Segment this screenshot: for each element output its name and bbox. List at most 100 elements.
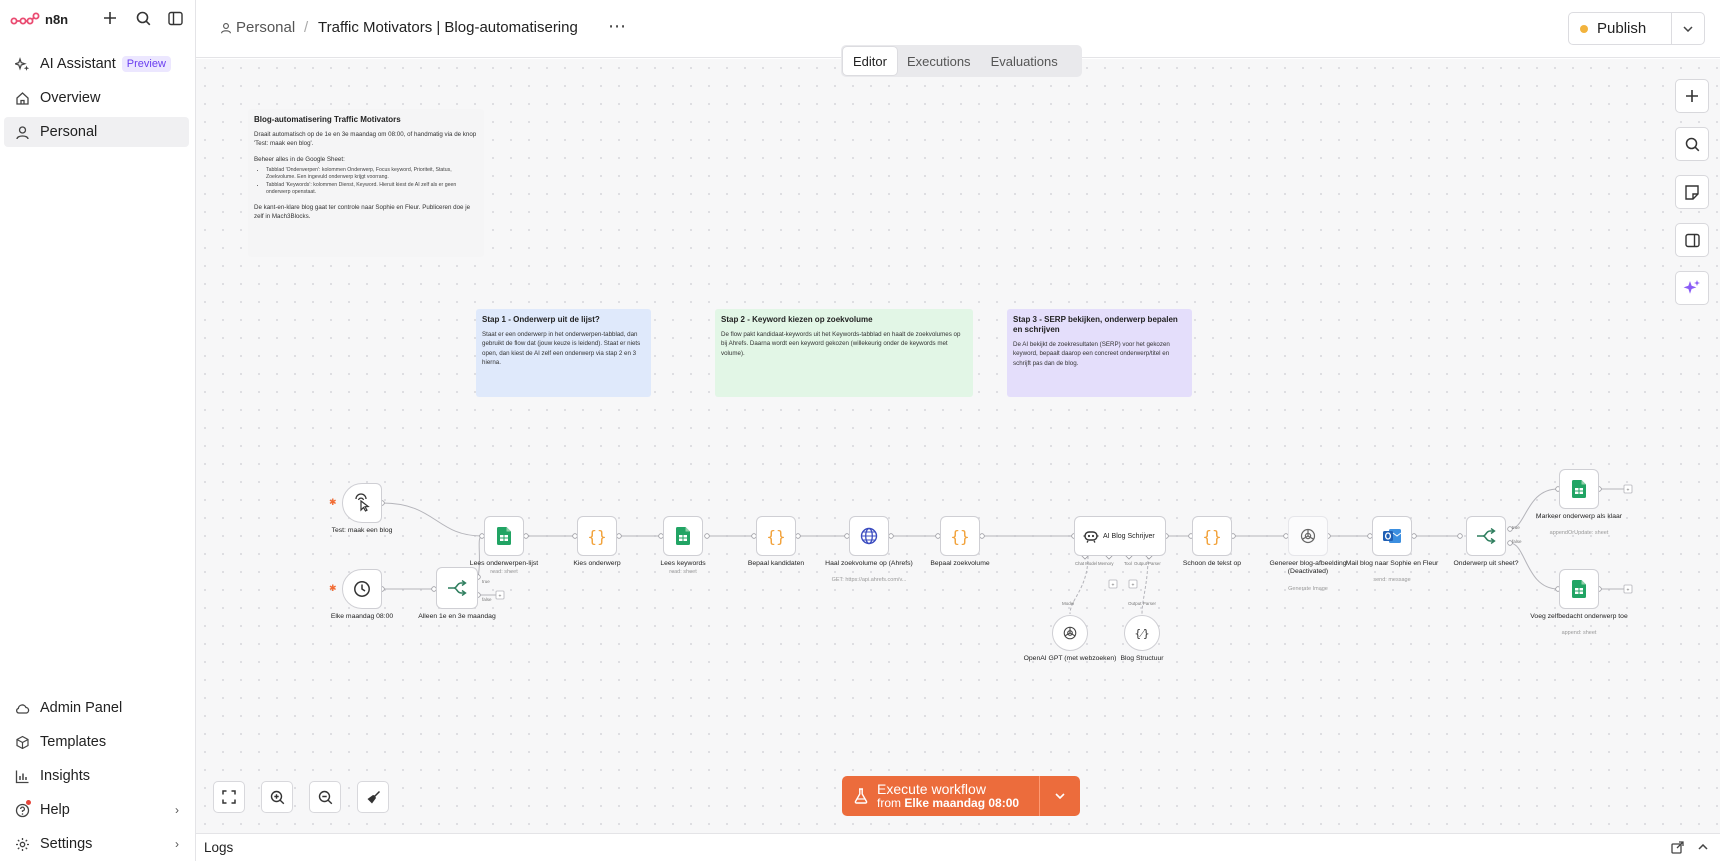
more-options-icon[interactable]: ⋯: [608, 16, 627, 37]
sparkle-icon: [14, 56, 30, 72]
node-if-subject-from-sheet[interactable]: [1466, 516, 1506, 556]
sidebar-item-help[interactable]: Help ›: [4, 795, 189, 825]
n8n-logo[interactable]: n8n: [10, 8, 68, 30]
sticky-note-step-2[interactable]: Stap 2 - Keyword kiezen op zoekvolume De…: [715, 309, 973, 397]
zoom-out-button[interactable]: [309, 781, 341, 813]
code-braces-icon: {}: [587, 526, 607, 546]
node-openai-chat-model[interactable]: [1052, 615, 1088, 651]
node-candidates-code[interactable]: {}: [756, 516, 796, 556]
globe-icon: [860, 527, 878, 545]
publish-group: Publish: [1568, 12, 1705, 45]
sticky-text: De kant-en-klare blog gaat ter controle …: [254, 204, 471, 221]
publish-button[interactable]: Publish: [1569, 13, 1672, 44]
node-volume-code[interactable]: {}: [940, 516, 980, 556]
publish-options-chevron-icon[interactable]: [1672, 13, 1704, 44]
sidebar-item-ai-assistant[interactable]: AI Assistant Preview: [4, 49, 189, 79]
node-pick-subject-code[interactable]: {}: [577, 516, 617, 556]
sticky-text: De flow pakt kandidaat-keywords uit het …: [721, 331, 961, 357]
add-node-button[interactable]: [1675, 79, 1709, 113]
search-icon[interactable]: [133, 8, 153, 28]
sidebar-item-insights[interactable]: Insights: [4, 761, 189, 791]
workflow-canvas[interactable]: + + + + + Blog-automatisering Traffic Motiv…: [196, 59, 1720, 833]
fit-view-icon: [222, 790, 236, 804]
sticky-note-step-3[interactable]: Stap 3 - SERP bekijken, onderwerp bepale…: [1007, 309, 1192, 397]
outlook-icon: [1383, 529, 1402, 543]
tab-editor[interactable]: Editor: [843, 47, 897, 75]
tab-executions[interactable]: Executions: [897, 47, 981, 75]
n8n-logo-icon: [10, 12, 40, 25]
sticky-note-intro[interactable]: Blog-automatisering Traffic Motivators D…: [248, 109, 484, 257]
chevron-up-icon[interactable]: [1698, 841, 1708, 857]
node-label: Markeer onderwerp als klaar: [1535, 513, 1623, 520]
sidebar-item-templates[interactable]: Templates: [4, 727, 189, 757]
flask-icon: [854, 788, 868, 804]
clock-icon: [354, 581, 370, 597]
sidebar-item-admin-panel[interactable]: Admin Panel: [4, 693, 189, 723]
toggle-panel-button[interactable]: [1675, 223, 1709, 257]
sticky-title: Stap 3 - SERP bekijken, onderwerp bepale…: [1013, 315, 1178, 334]
google-sheets-icon: [1572, 580, 1586, 598]
sidebar-item-settings[interactable]: Settings ›: [4, 829, 189, 859]
node-ai-blog-writer-agent[interactable]: AI Blog Schrijver: [1074, 516, 1166, 556]
pop-out-icon[interactable]: [1671, 841, 1684, 857]
search-nodes-button[interactable]: [1675, 127, 1709, 161]
node-read-keywords-sheet[interactable]: [663, 516, 703, 556]
sidebar-item-label: Settings: [40, 836, 93, 852]
sidebar-item-label: Insights: [40, 768, 90, 784]
node-schedule-trigger[interactable]: [342, 569, 382, 609]
node-subtitle: appendOrUpdate: sheet: [1549, 530, 1609, 536]
node-ahrefs-http-request[interactable]: [849, 516, 889, 556]
workflow-title[interactable]: Traffic Motivators | Blog-automatisering: [318, 19, 578, 36]
execute-workflow-button[interactable]: Execute workflow from Elke maandag 08:00: [842, 776, 1040, 816]
execute-title: Execute workflow: [877, 780, 986, 797]
node-blog-structure-parser[interactable]: {⁄}: [1124, 615, 1160, 651]
ai-assistant-button[interactable]: [1675, 271, 1709, 305]
sticky-text: Beheer alles in de Google Sheet:: [254, 155, 345, 163]
node-subtitle: GET: https://api.ahrefs.com/v...: [831, 577, 907, 583]
zoom-in-icon: [270, 790, 284, 804]
svg-text:+: +: [1627, 588, 1630, 594]
node-subtitle: send: message: [1373, 577, 1411, 583]
node-clean-text-code[interactable]: {}: [1192, 516, 1232, 556]
unpublished-status-dot: [1580, 24, 1588, 33]
app-name: n8n: [45, 11, 69, 27]
fit-view-button[interactable]: [213, 781, 245, 813]
svg-text:+: +: [499, 594, 502, 600]
code-braces-icon: {}: [1202, 526, 1222, 546]
node-add-own-subject-sheet[interactable]: [1559, 569, 1599, 609]
node-label: Schoon de tekst op: [1182, 560, 1242, 567]
execute-options-chevron-icon[interactable]: [1040, 776, 1080, 816]
code-braces-icon: {}: [766, 526, 786, 546]
sticky-note-step-1[interactable]: Stap 1 - Onderwerp uit de lijst? Staat e…: [476, 309, 651, 397]
zoom-out-icon: [318, 790, 332, 804]
cursor-click-icon: [355, 493, 370, 512]
node-read-subjects-sheet[interactable]: [484, 516, 524, 556]
sidebar-item-label: Overview: [40, 90, 101, 106]
node-generate-image-deactivated[interactable]: [1288, 516, 1328, 556]
sidebar-item-personal[interactable]: Personal: [4, 117, 189, 147]
chevron-right-icon: ›: [175, 837, 179, 851]
port-label: Model: [1062, 601, 1075, 606]
true-branch-label: true: [1512, 525, 1520, 530]
list-item: Tabblad 'Keywords': kolommen Dienst, Key…: [266, 182, 478, 197]
zoom-in-button[interactable]: [261, 781, 293, 813]
node-mark-subject-done-sheet[interactable]: [1559, 469, 1599, 509]
sticky-text: De AI bekijkt de zoekresultaten (SERP) v…: [1013, 341, 1170, 367]
plus-icon: [1686, 90, 1698, 102]
breadcrumb-personal[interactable]: Personal: [220, 19, 295, 36]
sidebar: n8n AI Assistant Preview Overview Person…: [0, 0, 196, 861]
node-test-trigger[interactable]: [342, 483, 382, 523]
port-label: Output Parser: [1128, 601, 1157, 606]
execute-workflow-group: Execute workflow from Elke maandag 08:00: [842, 776, 1080, 816]
code-braces-icon: {}: [950, 526, 970, 546]
tidy-up-button[interactable]: [357, 781, 389, 813]
logs-panel[interactable]: Logs: [196, 833, 1720, 861]
add-icon[interactable]: [100, 8, 120, 28]
collapse-sidebar-icon[interactable]: [165, 8, 185, 28]
node-subtitle: read: sheet: [669, 569, 697, 575]
if-branch-icon: [448, 580, 467, 596]
sidebar-item-overview[interactable]: Overview: [4, 83, 189, 113]
sticky-note-button[interactable]: [1675, 175, 1709, 209]
tab-evaluations[interactable]: Evaluations: [981, 47, 1068, 75]
node-mail-outlook[interactable]: [1372, 516, 1412, 556]
